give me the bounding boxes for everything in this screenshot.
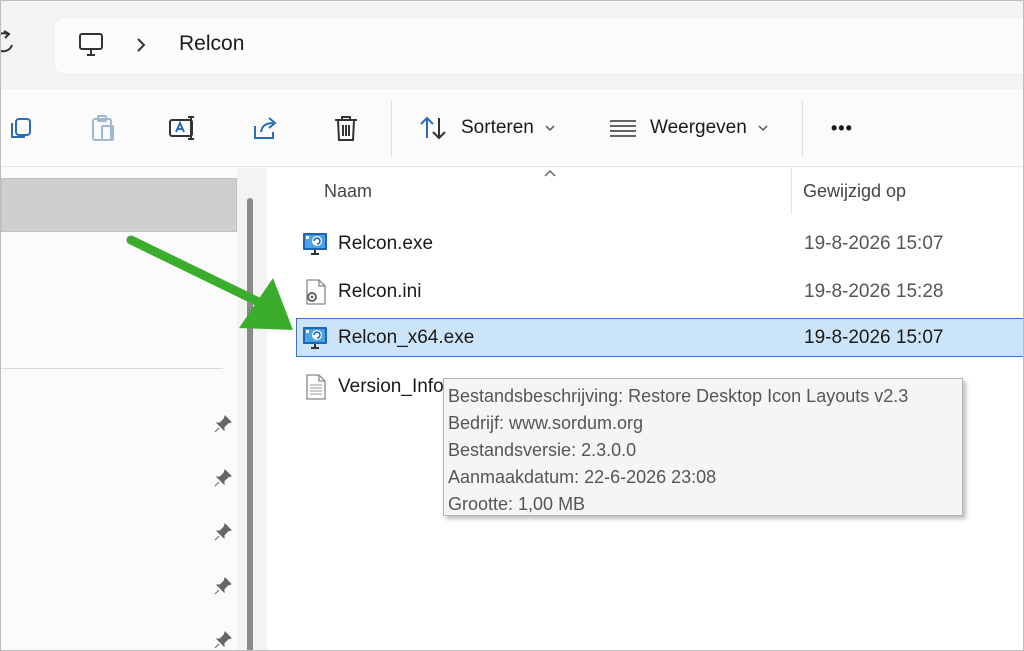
file-name: Relcon.ini [338,281,422,302]
file-info-tooltip: Bestandsbeschrijving: Restore Desktop Ic… [443,378,963,516]
sort-button[interactable]: Sorteren [419,111,568,145]
tooltip-created: Aanmaakdatum: 22-6-2026 23:08 [448,467,717,487]
chevron-right-icon[interactable] [134,36,148,54]
sort-icon [420,116,446,140]
column-header-name[interactable]: Naam [324,168,372,214]
refresh-icon[interactable] [0,29,15,55]
sort-ascending-icon [544,169,556,177]
column-header-modified[interactable]: Gewijzigd op [803,168,906,214]
tooltip-description: Bestandsbeschrijving: Restore Desktop Ic… [448,386,909,406]
text-file-icon [306,374,326,400]
paste-button[interactable] [87,112,119,144]
sort-label: Sorteren [461,117,534,138]
column-divider[interactable] [791,168,792,214]
more-options-button[interactable]: ••• [831,111,853,145]
file-modified: 19-8-2026 15:28 [804,281,944,302]
paste-icon [92,115,114,141]
computer-icon[interactable] [77,31,105,59]
file-row-relcon-exe[interactable]: Relcon.exe 19-8-2026 15:07 [297,225,1023,263]
file-row-relcon-x64-exe[interactable]: Relcon_x64.exe 19-8-2026 15:07 [296,318,1023,357]
view-label: Weergeven [650,117,747,138]
file-explorer-window: Relcon Sorteren Weergeven ••• Naam Gewij… [0,0,1024,651]
copy-button[interactable] [5,112,37,144]
share-icon [254,117,277,139]
pin-icon[interactable] [213,468,233,488]
address-bar-area: Relcon [0,1,1023,89]
file-name: Relcon_x64.exe [338,327,475,348]
view-button[interactable]: Weergeven [608,111,781,145]
rename-button[interactable] [167,112,199,144]
chevron-down-icon [758,125,768,132]
pin-icon[interactable] [213,630,233,650]
chevron-down-icon [545,125,555,132]
delete-button[interactable] [330,112,362,144]
nav-divider [1,368,223,369]
tooltip-size: Grootte: 1,00 MB [448,494,586,514]
share-button[interactable] [249,112,281,144]
pin-icon[interactable] [213,576,233,596]
toolbar-divider [802,101,803,157]
file-modified: 19-8-2026 15:07 [804,233,944,254]
tooltip-company: Bedrijf: www.sordum.org [448,413,644,433]
breadcrumb-relcon[interactable]: Relcon [179,32,244,56]
command-bar: Sorteren Weergeven ••• [1,89,1023,167]
file-name: Version_Info [338,376,444,397]
file-name: Relcon.exe [338,233,434,254]
pin-icon[interactable] [213,414,233,434]
rename-icon [169,116,194,140]
file-row-relcon-ini[interactable]: Relcon.ini 19-8-2026 15:28 [297,273,1023,311]
toolbar-divider [391,101,392,157]
annotation-arrow-icon [126,235,293,330]
file-modified: 19-8-2026 15:07 [804,327,944,348]
view-icon [610,120,636,137]
tooltip-version: Bestandsversie: 2.3.0.0 [448,440,637,460]
copy-icon [11,118,31,138]
pin-icon[interactable] [213,522,233,542]
delete-icon [335,116,357,141]
nav-selected-item[interactable] [1,178,237,232]
